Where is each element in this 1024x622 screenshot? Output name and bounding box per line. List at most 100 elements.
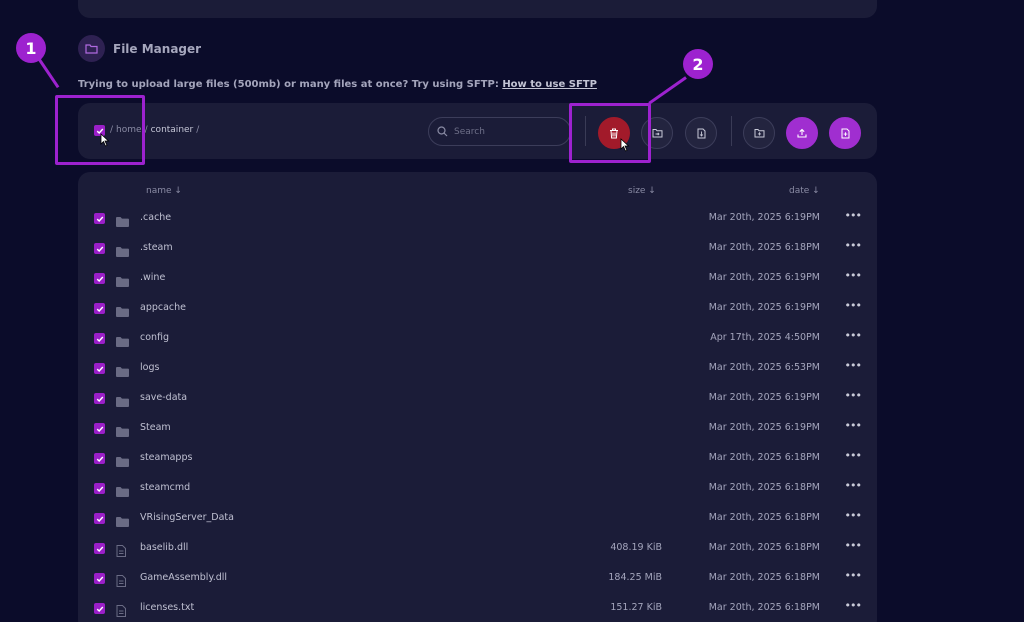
- more-options-icon[interactable]: •••: [845, 479, 862, 492]
- table-row[interactable]: appcache Mar 20th, 2025 6:19PM •••: [78, 293, 877, 323]
- table-row[interactable]: VRisingServer_Data Mar 20th, 2025 6:18PM •…: [78, 503, 877, 533]
- breadcrumb-sep: /: [144, 125, 148, 135]
- file-name[interactable]: .cache: [140, 212, 171, 223]
- file-name[interactable]: logs: [140, 362, 159, 373]
- file-date: Mar 20th, 2025 6:19PM: [708, 422, 820, 433]
- row-checkbox[interactable]: [94, 573, 105, 584]
- sftp-help-link[interactable]: How to use SFTP: [502, 79, 597, 90]
- row-checkbox[interactable]: [94, 213, 105, 224]
- table-row[interactable]: config Apr 17th, 2025 4:50PM •••: [78, 323, 877, 353]
- row-checkbox[interactable]: [94, 423, 105, 434]
- table-row[interactable]: .cache Mar 20th, 2025 6:19PM •••: [78, 203, 877, 233]
- folder-icon: [116, 362, 129, 381]
- file-name[interactable]: .steam: [140, 242, 173, 253]
- column-header-date[interactable]: date ↓: [789, 186, 820, 196]
- file-name[interactable]: steamapps: [140, 452, 192, 463]
- file-name[interactable]: steamcmd: [140, 482, 190, 493]
- file-date: Mar 20th, 2025 6:18PM: [708, 242, 820, 253]
- more-options-icon[interactable]: •••: [845, 449, 862, 462]
- annotation-pointer-1: [36, 56, 60, 89]
- more-options-icon[interactable]: •••: [845, 389, 862, 402]
- upload-icon: [797, 128, 807, 138]
- more-options-icon[interactable]: •••: [845, 209, 862, 222]
- sftp-notice-text: Trying to upload large files (500mb) or …: [78, 79, 503, 90]
- file-icon: [116, 542, 126, 561]
- mouse-cursor-icon: [100, 133, 110, 147]
- folder-icon: [116, 452, 129, 471]
- row-checkbox[interactable]: [94, 543, 105, 554]
- row-checkbox[interactable]: [94, 513, 105, 524]
- file-date: Mar 20th, 2025 6:18PM: [708, 542, 820, 553]
- annotation-badge-2: 2: [683, 49, 713, 79]
- row-checkbox[interactable]: [94, 273, 105, 284]
- table-row[interactable]: steamcmd Mar 20th, 2025 6:18PM •••: [78, 473, 877, 503]
- file-date: Mar 20th, 2025 6:53PM: [708, 362, 820, 373]
- new-folder-button[interactable]: [743, 117, 775, 149]
- row-checkbox[interactable]: [94, 393, 105, 404]
- table-row[interactable]: save-data Mar 20th, 2025 6:19PM •••: [78, 383, 877, 413]
- folder-icon: [116, 392, 129, 411]
- table-row[interactable]: baselib.dll 408.19 KiB Mar 20th, 2025 6:18…: [78, 533, 877, 563]
- table-row[interactable]: GameAssembly.dll 184.25 MiB Mar 20th, 2025…: [78, 563, 877, 593]
- column-header-name[interactable]: name ↓: [146, 186, 182, 196]
- folder-plus-icon: [754, 129, 764, 138]
- folder-icon: [116, 422, 129, 441]
- more-options-icon[interactable]: •••: [845, 359, 862, 372]
- table-row[interactable]: .wine Mar 20th, 2025 6:19PM •••: [78, 263, 877, 293]
- file-date: Mar 20th, 2025 6:18PM: [708, 572, 820, 583]
- file-name[interactable]: config: [140, 332, 169, 343]
- column-header-size[interactable]: size ↓: [628, 186, 656, 196]
- file-date: Apr 17th, 2025 4:50PM: [710, 332, 820, 343]
- file-date: Mar 20th, 2025 6:19PM: [708, 212, 820, 223]
- upload-button[interactable]: [786, 117, 818, 149]
- file-name[interactable]: baselib.dll: [140, 542, 188, 553]
- file-name[interactable]: GameAssembly.dll: [140, 572, 227, 583]
- row-checkbox[interactable]: [94, 603, 105, 614]
- file-name[interactable]: VRisingServer_Data: [140, 512, 234, 523]
- more-options-icon[interactable]: •••: [845, 329, 862, 342]
- row-checkbox[interactable]: [94, 243, 105, 254]
- more-options-icon[interactable]: •••: [845, 509, 862, 522]
- file-icon: [116, 572, 126, 591]
- file-name[interactable]: Steam: [140, 422, 171, 433]
- breadcrumb-current[interactable]: container: [151, 125, 194, 135]
- table-row[interactable]: steamapps Mar 20th, 2025 6:18PM •••: [78, 443, 877, 473]
- file-date: Mar 20th, 2025 6:18PM: [708, 512, 820, 523]
- file-manager-header: File Manager: [78, 35, 201, 62]
- file-name[interactable]: licenses.txt: [140, 602, 194, 613]
- sftp-notice: Trying to upload large files (500mb) or …: [78, 79, 597, 90]
- row-checkbox[interactable]: [94, 303, 105, 314]
- file-name[interactable]: save-data: [140, 392, 187, 403]
- file-name[interactable]: .wine: [140, 272, 165, 283]
- table-row[interactable]: licenses.txt 151.27 KiB Mar 20th, 2025 6:1…: [78, 593, 877, 622]
- row-checkbox[interactable]: [94, 363, 105, 374]
- table-row[interactable]: Steam Mar 20th, 2025 6:19PM •••: [78, 413, 877, 443]
- new-file-button[interactable]: [829, 117, 861, 149]
- table-row[interactable]: .steam Mar 20th, 2025 6:18PM •••: [78, 233, 877, 263]
- more-options-icon[interactable]: •••: [845, 599, 862, 612]
- folder-icon: [116, 482, 129, 501]
- archive-button[interactable]: [685, 117, 717, 149]
- more-options-icon[interactable]: •••: [845, 569, 862, 582]
- more-options-icon[interactable]: •••: [845, 299, 862, 312]
- annotation-box-2: [569, 103, 651, 163]
- file-size: 151.27 KiB: [610, 602, 662, 613]
- more-options-icon[interactable]: •••: [845, 269, 862, 282]
- more-options-icon[interactable]: •••: [845, 239, 862, 252]
- breadcrumb-sep: /: [196, 125, 200, 135]
- more-options-icon[interactable]: •••: [845, 419, 862, 432]
- row-checkbox[interactable]: [94, 333, 105, 344]
- file-size: 184.25 MiB: [608, 572, 662, 583]
- search-input[interactable]: [454, 126, 554, 137]
- row-checkbox[interactable]: [94, 483, 105, 494]
- more-options-icon[interactable]: •••: [845, 539, 862, 552]
- file-name[interactable]: appcache: [140, 302, 186, 313]
- file-date: Mar 20th, 2025 6:18PM: [708, 482, 820, 493]
- row-checkbox[interactable]: [94, 453, 105, 464]
- table-row[interactable]: logs Mar 20th, 2025 6:53PM •••: [78, 353, 877, 383]
- file-date: Mar 20th, 2025 6:18PM: [708, 452, 820, 463]
- file-date: Mar 20th, 2025 6:19PM: [708, 272, 820, 283]
- folder-icon: [116, 242, 129, 261]
- file-archive-icon: [697, 128, 705, 138]
- server-info-card: [78, 0, 877, 18]
